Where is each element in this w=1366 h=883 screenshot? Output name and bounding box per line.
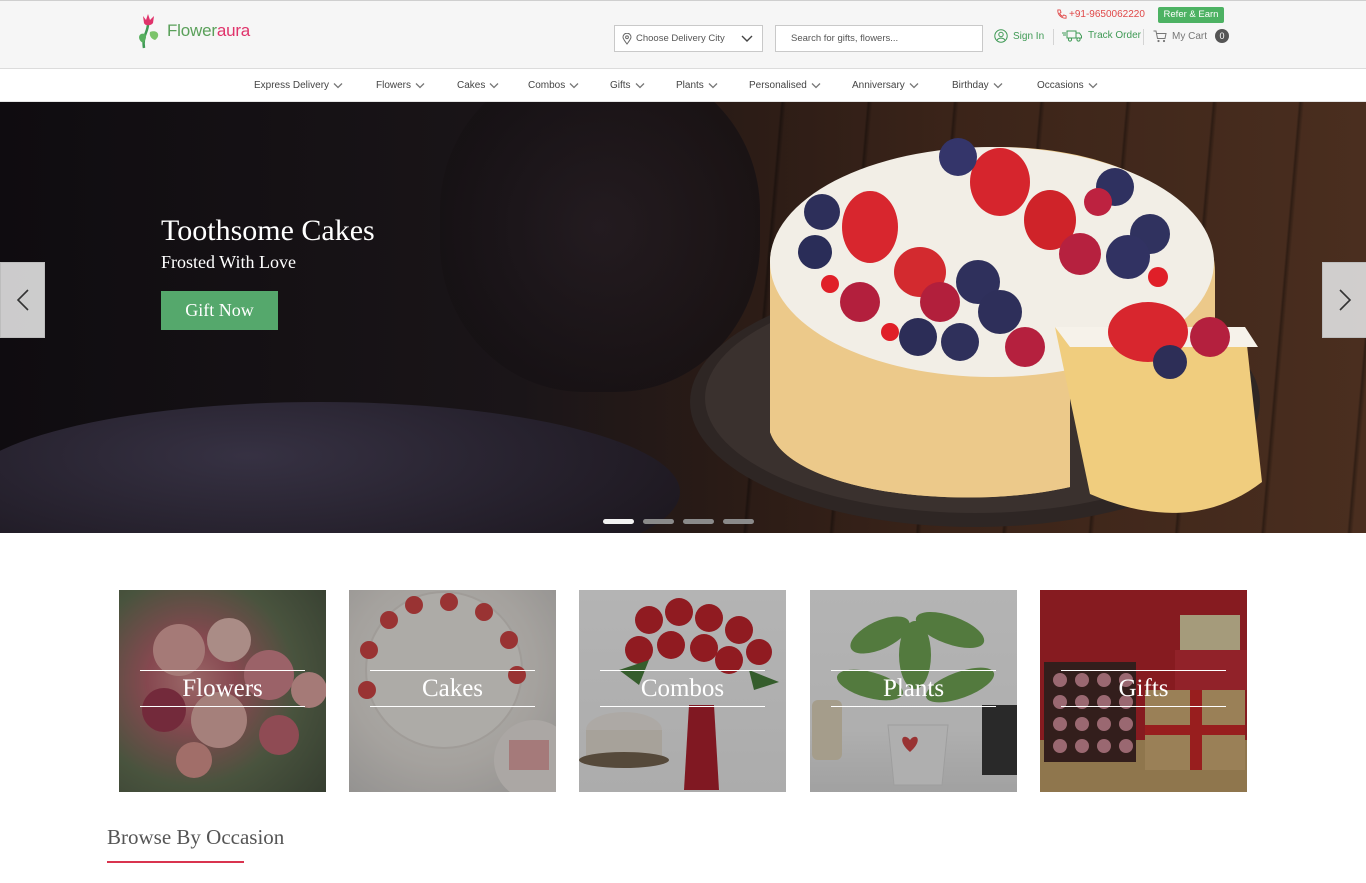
- top-header: Floweraura Choose Delivery City +91-9650…: [0, 0, 1366, 69]
- sign-in-link[interactable]: Sign In: [994, 29, 1044, 43]
- delivery-truck-icon: [1062, 30, 1082, 42]
- hero-banner[interactable]: Toothsome Cakes Frosted With Love Gift N…: [0, 102, 1366, 533]
- nav-item-label: Combos: [528, 80, 566, 91]
- nav-item-birthday[interactable]: Birthday: [952, 80, 1003, 91]
- chevron-down-icon: [415, 83, 425, 89]
- chevron-down-icon: [569, 83, 579, 89]
- track-order-label: Track Order: [1088, 30, 1141, 41]
- category-tile-cakes[interactable]: Cakes: [349, 590, 556, 792]
- chevron-down-icon: [708, 83, 718, 89]
- search-input[interactable]: [775, 25, 983, 52]
- nav-item-label: Birthday: [952, 80, 989, 91]
- nav-item-express-delivery[interactable]: Express Delivery: [254, 80, 343, 91]
- nav-item-label: Express Delivery: [254, 80, 330, 91]
- category-tile-combos[interactable]: Combos: [579, 590, 786, 792]
- category-label: Flowers: [140, 670, 305, 707]
- nav-item-label: Cakes: [457, 80, 486, 91]
- brand-name: Floweraura: [167, 21, 250, 41]
- nav-item-cakes[interactable]: Cakes: [457, 80, 499, 91]
- category-label: Combos: [600, 670, 765, 707]
- header-divider: [1053, 29, 1054, 45]
- category-tile-gifts[interactable]: Gifts: [1040, 590, 1247, 792]
- nav-item-flowers[interactable]: Flowers: [376, 80, 425, 91]
- nav-item-label: Flowers: [376, 80, 412, 91]
- phone-text: +91-9650062220: [1069, 9, 1145, 20]
- hero-subtitle: Frosted With Love: [161, 252, 296, 272]
- chevron-down-icon: [741, 35, 753, 42]
- user-icon: [994, 29, 1008, 43]
- chevron-down-icon: [1088, 83, 1098, 89]
- section-title-underline: [107, 861, 244, 863]
- track-order-link[interactable]: Track Order: [1062, 29, 1141, 42]
- chevron-down-icon: [811, 83, 821, 89]
- slider-prev-button[interactable]: [0, 262, 45, 338]
- category-label: Gifts: [1061, 670, 1226, 707]
- nav-item-label: Occasions: [1037, 80, 1084, 91]
- nav-item-anniversary[interactable]: Anniversary: [852, 80, 919, 91]
- chevron-down-icon: [635, 83, 645, 89]
- nav-item-personalised[interactable]: Personalised: [749, 80, 821, 91]
- nav-item-plants[interactable]: Plants: [676, 80, 718, 91]
- nav-item-combos[interactable]: Combos: [528, 80, 579, 91]
- slider-dot[interactable]: [603, 519, 634, 524]
- category-tile-flowers[interactable]: Flowers: [119, 590, 326, 792]
- hero-title: Toothsome Cakes: [161, 214, 375, 247]
- chevron-down-icon: [333, 83, 343, 89]
- gift-now-button[interactable]: Gift Now: [161, 291, 278, 330]
- delivery-city-select[interactable]: Choose Delivery City: [614, 25, 763, 52]
- refer-earn-button[interactable]: Refer & Earn: [1158, 7, 1224, 23]
- section-title: Browse By Occasion: [107, 825, 285, 849]
- chevron-down-icon: [993, 83, 1003, 89]
- header-divider: [1143, 29, 1144, 45]
- phone-icon: [1057, 9, 1067, 19]
- logo-flower-icon: [139, 14, 159, 49]
- sign-in-label: Sign In: [1013, 30, 1045, 42]
- slider-dot[interactable]: [643, 519, 674, 524]
- my-cart-label: My Cart: [1172, 30, 1207, 42]
- delivery-city-placeholder: Choose Delivery City: [636, 33, 725, 44]
- category-label: Plants: [831, 670, 996, 707]
- slider-dot[interactable]: [723, 519, 754, 524]
- brand-logo[interactable]: Floweraura: [134, 12, 250, 50]
- cart-count-badge: 0: [1215, 29, 1229, 43]
- slider-pagination: [603, 519, 763, 524]
- location-pin-icon: [622, 32, 632, 45]
- chevron-left-icon: [16, 289, 29, 311]
- slider-next-button[interactable]: [1322, 262, 1366, 338]
- chevron-down-icon: [489, 83, 499, 89]
- chevron-down-icon: [909, 83, 919, 89]
- nav-item-label: Personalised: [749, 80, 807, 91]
- brand-name-part2: aura: [216, 21, 251, 40]
- nav-item-label: Anniversary: [852, 80, 905, 91]
- nav-item-label: Plants: [676, 80, 704, 91]
- slider-dot[interactable]: [683, 519, 714, 524]
- cart-icon: [1153, 30, 1167, 42]
- nav-item-label: Gifts: [610, 80, 631, 91]
- main-navigation: Express Delivery Flowers Cakes Combos Gi…: [0, 69, 1366, 102]
- category-tile-plants[interactable]: Plants: [810, 590, 1017, 792]
- brand-name-part1: Flower: [167, 21, 217, 40]
- phone-number[interactable]: +91-9650062220: [1056, 9, 1145, 20]
- category-label: Cakes: [370, 670, 535, 707]
- chevron-right-icon: [1338, 289, 1351, 311]
- nav-item-occasions[interactable]: Occasions: [1037, 80, 1098, 91]
- my-cart-link[interactable]: My Cart 0: [1153, 29, 1229, 43]
- nav-item-gifts[interactable]: Gifts: [610, 80, 645, 91]
